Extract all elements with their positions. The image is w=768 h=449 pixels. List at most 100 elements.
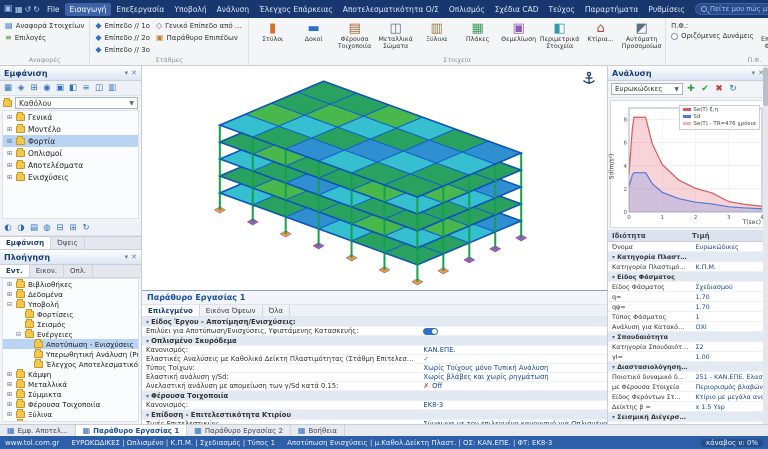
panel-tab[interactable]: Εικόνα Όψεων bbox=[200, 305, 263, 316]
property-row[interactable]: Κατηγορία Πλαστιμότητας Κ.Π.Μ. bbox=[608, 262, 768, 272]
tree-item[interactable]: ⊞ Φέρουσα Τοιχοποιία bbox=[3, 399, 138, 409]
view-front-icon[interactable]: ◐ bbox=[2, 222, 14, 234]
ribbon-big-button[interactable]: ◩Αυτόματη Προσομοίωση Μεταλλικών Κτιρίων bbox=[621, 20, 662, 55]
tree-item[interactable]: ⊞ Ενισχύσεις bbox=[3, 171, 138, 183]
menu-tab[interactable]: Σχέδια CAD bbox=[490, 3, 544, 16]
property-value[interactable]: Περιορισμός βλαβών bbox=[692, 383, 768, 391]
ribbon-small-button[interactable]: ▤Αναφορά Στοιχείων bbox=[3, 20, 86, 31]
property-row[interactable]: Όνομα Ευρωκώδικες bbox=[608, 242, 768, 252]
toggle-on-icon[interactable] bbox=[423, 328, 438, 335]
property-row[interactable]: Ελαστικές Αναλύσεις με Καθολικό Δείκτη Π… bbox=[142, 355, 607, 364]
property-value[interactable]: ✗ Off bbox=[419, 382, 607, 390]
property-value[interactable]: ΟΧΙ bbox=[692, 323, 768, 331]
expand-icon[interactable]: ⊞ bbox=[6, 291, 13, 298]
ribbon-big-button[interactable]: ▣Θεμελίωση bbox=[498, 20, 539, 55]
refresh-view-icon[interactable]: ↻ bbox=[80, 222, 92, 234]
property-value[interactable]: 1.70 bbox=[692, 303, 768, 311]
property-row[interactable]: Κατηγορία Σπουδαιότητας Σ2 bbox=[608, 342, 768, 352]
property-row[interactable]: Είδος Φάσματος Σχεδιασμού bbox=[608, 282, 768, 292]
window-tab[interactable]: ▦Παράθυρο Εργασίας 2 bbox=[187, 425, 291, 436]
view-side-icon[interactable]: ◑ bbox=[15, 222, 27, 234]
property-row[interactable]: Επιλύει για Αποτύπωση/Ενισχύσεις, Υφιστά… bbox=[142, 327, 607, 336]
panel-tab[interactable]: Όλα bbox=[263, 305, 290, 316]
property-value[interactable]: Κ.Π.Μ. bbox=[692, 263, 768, 271]
window-tab[interactable]: ▦Βοήθεια bbox=[291, 425, 345, 436]
menu-tab[interactable]: Υποβολή bbox=[169, 3, 211, 16]
display-options-icon[interactable]: ▦ bbox=[2, 82, 14, 94]
display-filter-combo[interactable]: Καθόλου▼ bbox=[15, 97, 138, 109]
property-row[interactable]: Κατηγορία Πλαστιμότητας bbox=[608, 252, 768, 262]
ribbon-big-button[interactable]: ▦Πλάκες bbox=[457, 20, 498, 55]
expand-icon[interactable]: ⊞ bbox=[67, 222, 79, 234]
expand-icon[interactable]: ⊞ bbox=[6, 114, 13, 121]
menu-tab[interactable]: Ρυθμίσεις bbox=[643, 3, 690, 16]
pin-icon[interactable]: ▾ bbox=[125, 253, 129, 261]
property-value[interactable]: 1 bbox=[692, 313, 768, 321]
menu-tab[interactable]: Επεξεργασία bbox=[111, 3, 169, 16]
expand-icon[interactable]: ⊟ bbox=[6, 301, 13, 308]
property-row[interactable]: Τύπος Τοίχων: Χωρίς Τοίχους μόνο Τυπική … bbox=[142, 364, 607, 373]
expand-icon[interactable]: ⊞ bbox=[6, 371, 13, 378]
property-row[interactable]: Διαστασιολόγηση Στοιχείων bbox=[608, 362, 768, 372]
expand-icon[interactable]: ⊞ bbox=[6, 411, 13, 418]
grid-icon[interactable]: ⊞ bbox=[28, 82, 40, 94]
menu-tab[interactable]: Οπλισμός bbox=[444, 3, 490, 16]
pin-icon[interactable]: ▾ bbox=[752, 69, 756, 77]
property-row[interactable]: Κανονισμός: ΚΑΝ.ΕΠΕ. bbox=[142, 346, 607, 355]
property-value[interactable]: Χωρίς βλάβες και χωρίς ρηγμάτωση bbox=[419, 373, 607, 381]
property-value[interactable]: 1.00 bbox=[692, 353, 768, 361]
property-row[interactable]: Ελαστική ανάλυση γ/Sd: Χωρίς βλάβες και … bbox=[142, 373, 607, 382]
ribbon-small-button[interactable]: ◆Επίπεδο // 1ο bbox=[93, 20, 152, 31]
ribbon-big-button[interactable]: ▤Φέρουσα Τοιχοποιία bbox=[334, 20, 375, 55]
menu-tab[interactable]: Έλεγχος Επάρκειας bbox=[254, 3, 338, 16]
menu-tab[interactable]: Αποτελεσματικότητα Ο/Σ bbox=[338, 3, 444, 16]
tree-item[interactable]: ⊟ Υποβολή bbox=[3, 299, 138, 309]
panel-tab[interactable]: Επιλεγμένο bbox=[142, 305, 200, 316]
property-value[interactable]: 1.70 bbox=[692, 293, 768, 301]
panel-tab[interactable]: Εμφάνιση bbox=[0, 237, 51, 249]
property-row[interactable]: Σπουδαιότητα bbox=[608, 332, 768, 342]
property-row[interactable]: q= 1.70 bbox=[608, 292, 768, 302]
tree-item[interactable]: ⊞ Αποτελέσματα bbox=[3, 159, 138, 171]
add-spectrum-icon[interactable]: ✚ bbox=[685, 83, 697, 95]
expand-icon[interactable]: ⊞ bbox=[6, 138, 13, 145]
property-row[interactable]: Τύπος Φάσματος 1 bbox=[608, 312, 768, 322]
tree-item[interactable]: ⊞ Βιβλιοθήκες bbox=[3, 279, 138, 289]
property-value[interactable]: x 1.5 Ysp bbox=[692, 403, 768, 411]
tell-me-search[interactable] bbox=[695, 3, 768, 15]
ribbon-big-button[interactable]: ▬Δοκοί bbox=[293, 20, 334, 55]
nodes-icon[interactable]: ◉ bbox=[41, 82, 53, 94]
scrollbar[interactable] bbox=[763, 66, 768, 424]
expand-icon[interactable]: ⊞ bbox=[6, 281, 13, 288]
property-row[interactable]: Είδος Φερόντων Στ... Κτίριο με μεγάλα αν… bbox=[608, 392, 768, 402]
scrollbar-thumb[interactable] bbox=[763, 68, 768, 106]
tree-item[interactable]: ⊞ Οπλισμοί bbox=[3, 147, 138, 159]
tree-item[interactable]: Έλεγχος Αποτελεσματικότητας Ο/Σ bbox=[3, 359, 138, 369]
property-value[interactable]: Σ2 bbox=[692, 343, 768, 351]
property-row[interactable]: Ποιοτικό δυναμικό δ... 251 - ΚΑΝ.ΕΠΕ. Ελ… bbox=[608, 372, 768, 382]
property-value[interactable]: ✓ bbox=[419, 355, 607, 363]
panel-tab[interactable]: Όψεις bbox=[51, 237, 85, 249]
tree-item[interactable]: ⊞ Σύμμικτα bbox=[3, 389, 138, 399]
property-row[interactable]: Επίδοση - Επιτελεστικότητα Κτιρίου bbox=[142, 410, 607, 420]
undo-icon[interactable]: ↺ bbox=[24, 5, 33, 14]
property-value[interactable]: Κτίριο με μεγάλα ανοίγματα Ο.Σ. bbox=[692, 393, 768, 401]
ribbon-big-button[interactable]: ⌂Κτίρια... bbox=[580, 20, 621, 55]
ribbon-big-button[interactable]: ◨Επιφάνειες Φορτίων bbox=[758, 20, 768, 55]
3d-model-viewport[interactable] bbox=[142, 66, 608, 290]
property-value[interactable]: Ευρωκώδικες bbox=[692, 243, 768, 251]
property-value[interactable]: Σχεδιασμού bbox=[692, 283, 768, 291]
sections-icon[interactable]: ◧ bbox=[67, 82, 79, 94]
property-row[interactable]: Φέρουσα Τοιχοποιία bbox=[142, 391, 607, 401]
delete-icon[interactable]: ✖ bbox=[713, 83, 725, 95]
materials-icon[interactable]: ▥ bbox=[106, 82, 118, 94]
tree-item[interactable]: ⊟ Ενέργειες bbox=[3, 329, 138, 339]
close-icon[interactable]: ✕ bbox=[131, 253, 137, 261]
property-value[interactable] bbox=[419, 328, 607, 335]
property-row[interactable]: Σεισμική Διέγερση Έδαφος bbox=[608, 412, 768, 422]
property-row[interactable]: με Φέρουσα Στοιχεία Περιορισμός βλαβών bbox=[608, 382, 768, 392]
property-value[interactable]: ΕΚ8-3 bbox=[419, 401, 607, 409]
expand-icon[interactable]: ⊞ bbox=[6, 401, 13, 408]
ribbon-big-button[interactable]: ▥Ξύλινα bbox=[416, 20, 457, 55]
menu-tab[interactable]: File bbox=[42, 3, 65, 16]
